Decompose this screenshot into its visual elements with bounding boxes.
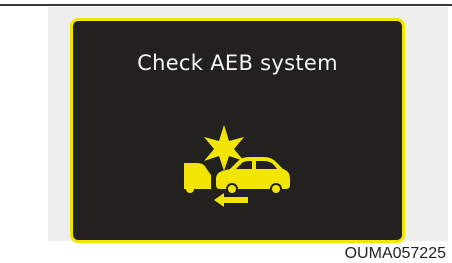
forward-collision-warning-icon xyxy=(184,125,290,207)
warning-message: Check AEB system xyxy=(137,51,338,75)
cluster-display: Check AEB system xyxy=(70,18,405,243)
manual-figure: Check AEB system OUMA057225 xyxy=(0,0,452,263)
arrow-left-icon xyxy=(214,193,248,207)
figure-id: OUMA057225 xyxy=(342,245,448,263)
front-vehicle-icon xyxy=(184,163,211,189)
top-divider xyxy=(0,4,452,6)
